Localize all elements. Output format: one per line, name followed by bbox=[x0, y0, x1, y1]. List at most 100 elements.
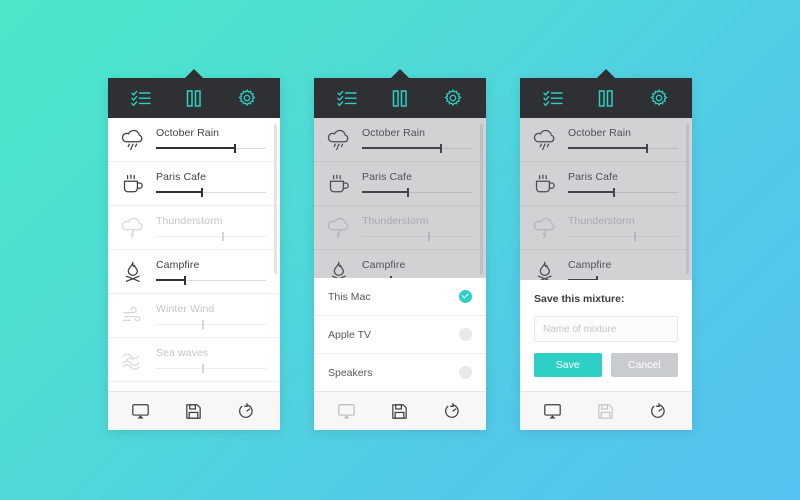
timer-icon[interactable] bbox=[647, 399, 671, 423]
volume-slider[interactable] bbox=[568, 275, 678, 280]
sound-row[interactable]: Paris Cafe bbox=[520, 162, 692, 206]
device-row[interactable]: Apple TV bbox=[314, 316, 486, 354]
volume-slider[interactable] bbox=[362, 143, 472, 153]
pause-icon[interactable] bbox=[181, 85, 207, 111]
sound-row-body: Thunderstorm bbox=[356, 215, 476, 241]
sound-row[interactable]: Thunderstorm bbox=[520, 206, 692, 250]
list-scrollbar bbox=[480, 124, 483, 274]
slider-knob[interactable] bbox=[389, 275, 392, 278]
mixture-name-input[interactable] bbox=[534, 316, 678, 342]
volume-slider[interactable] bbox=[156, 187, 266, 197]
thunder-cloud-icon[interactable] bbox=[322, 212, 356, 244]
pause-icon[interactable] bbox=[387, 85, 413, 111]
volume-slider[interactable] bbox=[362, 187, 472, 197]
slider-knob[interactable] bbox=[234, 143, 237, 153]
coffee-cup-icon[interactable] bbox=[116, 168, 150, 200]
cancel-button[interactable]: Cancel bbox=[610, 353, 678, 377]
sound-row-body: October Rain bbox=[562, 127, 682, 153]
sound-row[interactable]: River stream bbox=[108, 382, 280, 392]
slider-knob[interactable] bbox=[222, 231, 225, 241]
volume-slider[interactable] bbox=[156, 319, 266, 329]
rain-cloud-icon[interactable] bbox=[322, 124, 356, 156]
sound-name: Campfire bbox=[362, 258, 406, 271]
slider-knob[interactable] bbox=[201, 187, 204, 197]
checklist-icon[interactable] bbox=[128, 85, 154, 111]
sound-name: October Rain bbox=[568, 126, 632, 139]
volume-slider[interactable] bbox=[362, 231, 472, 241]
top-toolbar bbox=[108, 78, 280, 118]
slider-knob[interactable] bbox=[613, 187, 616, 197]
sound-row[interactable]: Campfire bbox=[314, 250, 486, 278]
slider-knob[interactable] bbox=[634, 231, 637, 241]
sound-row[interactable]: Sea waves bbox=[108, 338, 280, 382]
save-icon[interactable] bbox=[388, 399, 412, 423]
sound-name: Campfire bbox=[156, 258, 200, 271]
wind-icon[interactable] bbox=[116, 300, 150, 332]
volume-slider[interactable] bbox=[156, 275, 266, 285]
save-icon[interactable] bbox=[594, 399, 618, 423]
rain-cloud-icon[interactable] bbox=[116, 124, 150, 156]
volume-slider[interactable] bbox=[362, 275, 472, 278]
campfire-icon[interactable] bbox=[116, 256, 150, 288]
thunder-cloud-icon[interactable] bbox=[528, 212, 562, 244]
coffee-cup-icon[interactable] bbox=[322, 168, 356, 200]
slider-knob[interactable] bbox=[202, 363, 205, 373]
top-toolbar bbox=[314, 78, 486, 118]
save-button[interactable]: Save bbox=[534, 353, 602, 377]
volume-slider[interactable] bbox=[156, 231, 266, 241]
slider-knob[interactable] bbox=[646, 143, 649, 153]
airplay-icon[interactable] bbox=[335, 399, 359, 423]
sound-name: Winter Wind bbox=[156, 302, 215, 315]
slider-fill bbox=[362, 191, 409, 193]
device-row[interactable]: This Mac bbox=[314, 278, 486, 316]
gear-icon[interactable] bbox=[646, 85, 672, 111]
sound-list-scroll-area[interactable]: October Rain Paris Cafe Thunderstorm Campfi… bbox=[108, 118, 280, 391]
slider-knob[interactable] bbox=[428, 231, 431, 241]
sound-row[interactable]: October Rain bbox=[520, 118, 692, 162]
sound-row[interactable]: Thunderstorm bbox=[314, 206, 486, 250]
radio-icon[interactable] bbox=[459, 328, 472, 341]
checklist-icon[interactable] bbox=[334, 85, 360, 111]
list-scrollbar[interactable] bbox=[274, 124, 277, 274]
volume-slider[interactable] bbox=[156, 363, 266, 373]
slider-knob[interactable] bbox=[595, 275, 598, 280]
slider-knob[interactable] bbox=[183, 275, 186, 285]
sound-row[interactable]: Paris Cafe bbox=[314, 162, 486, 206]
sound-name: October Rain bbox=[156, 126, 220, 139]
save-icon[interactable] bbox=[182, 399, 206, 423]
check-icon[interactable] bbox=[459, 290, 472, 303]
gear-icon[interactable] bbox=[234, 85, 260, 111]
slider-knob[interactable] bbox=[407, 187, 410, 197]
sound-row[interactable]: October Rain bbox=[108, 118, 280, 162]
airplay-icon[interactable] bbox=[129, 399, 153, 423]
airplay-icon[interactable] bbox=[541, 399, 565, 423]
pause-icon[interactable] bbox=[593, 85, 619, 111]
sound-row-body: October Rain bbox=[356, 127, 476, 153]
river-icon[interactable] bbox=[116, 388, 150, 392]
gear-icon[interactable] bbox=[440, 85, 466, 111]
timer-icon[interactable] bbox=[235, 399, 259, 423]
sound-row[interactable]: Paris Cafe bbox=[108, 162, 280, 206]
rain-cloud-icon[interactable] bbox=[528, 124, 562, 156]
thunder-cloud-icon[interactable] bbox=[116, 212, 150, 244]
sound-name: Paris Cafe bbox=[362, 170, 413, 183]
volume-slider[interactable] bbox=[156, 143, 266, 153]
campfire-icon[interactable] bbox=[528, 256, 562, 280]
device-row[interactable]: Speakers bbox=[314, 354, 486, 391]
checklist-icon[interactable] bbox=[540, 85, 566, 111]
sound-row[interactable]: Campfire bbox=[108, 250, 280, 294]
waves-icon[interactable] bbox=[116, 344, 150, 376]
volume-slider[interactable] bbox=[568, 143, 678, 153]
sound-row[interactable]: Campfire bbox=[520, 250, 692, 280]
campfire-icon[interactable] bbox=[322, 256, 356, 278]
sound-row[interactable]: October Rain bbox=[314, 118, 486, 162]
sound-row[interactable]: Winter Wind bbox=[108, 294, 280, 338]
radio-icon[interactable] bbox=[459, 366, 472, 379]
volume-slider[interactable] bbox=[568, 231, 678, 241]
volume-slider[interactable] bbox=[568, 187, 678, 197]
slider-knob[interactable] bbox=[202, 319, 205, 329]
timer-icon[interactable] bbox=[441, 399, 465, 423]
sound-row[interactable]: Thunderstorm bbox=[108, 206, 280, 250]
slider-knob[interactable] bbox=[440, 143, 443, 153]
coffee-cup-icon[interactable] bbox=[528, 168, 562, 200]
